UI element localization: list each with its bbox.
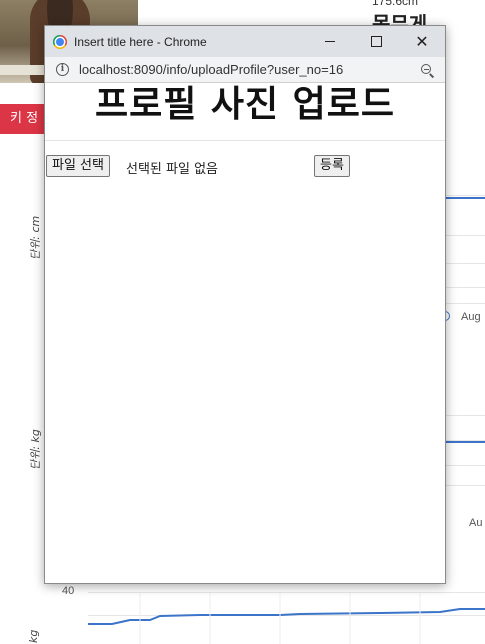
x-tick-label: Aug [461,311,481,323]
zoom-out-icon[interactable] [421,63,433,76]
upload-form: 파일 선택 선택된 파일 없음 등록 [45,155,445,179]
file-status-text: 선택된 파일 없음 [126,162,218,177]
y-axis-label: 단위: cm [29,215,42,260]
height-series-line [445,197,485,199]
page-content: 프로필 사진 업로드 파일 선택 선택된 파일 없음 등록 [45,83,445,177]
y-axis-label: 단위: kg [29,429,42,470]
popup-window: Insert title here - Chrome ✕ i localhost… [44,25,446,584]
address-bar[interactable]: i localhost:8090/info/uploadProfile?user… [45,57,445,83]
maximize-icon [370,36,382,47]
page-title: 프로필 사진 업로드 [94,84,396,125]
minimize-button[interactable] [307,26,353,57]
close-button[interactable]: ✕ [399,26,445,57]
window-title: Insert title here - Chrome [74,34,207,49]
x-tick-label: Au [469,517,483,529]
info-icon[interactable]: i [56,63,69,76]
url-text[interactable]: localhost:8090/info/uploadProfile?user_n… [79,62,343,77]
height-button[interactable]: 키 정 [0,104,46,134]
weight-series-line [445,441,485,443]
choose-file-button[interactable]: 파일 선택 [46,155,110,177]
minimize-icon [325,41,335,42]
y-axis-label: kg [27,629,40,643]
window-titlebar[interactable]: Insert title here - Chrome ✕ [45,26,445,57]
divider [45,140,445,141]
height-value: 175.6cm [372,0,419,8]
chrome-icon [53,34,67,49]
close-icon: ✕ [415,31,429,51]
weight-series-line [88,593,485,644]
weight-chart-2: 40 kg [0,585,485,644]
submit-button[interactable]: 등록 [314,155,350,177]
maximize-button[interactable] [353,26,399,57]
